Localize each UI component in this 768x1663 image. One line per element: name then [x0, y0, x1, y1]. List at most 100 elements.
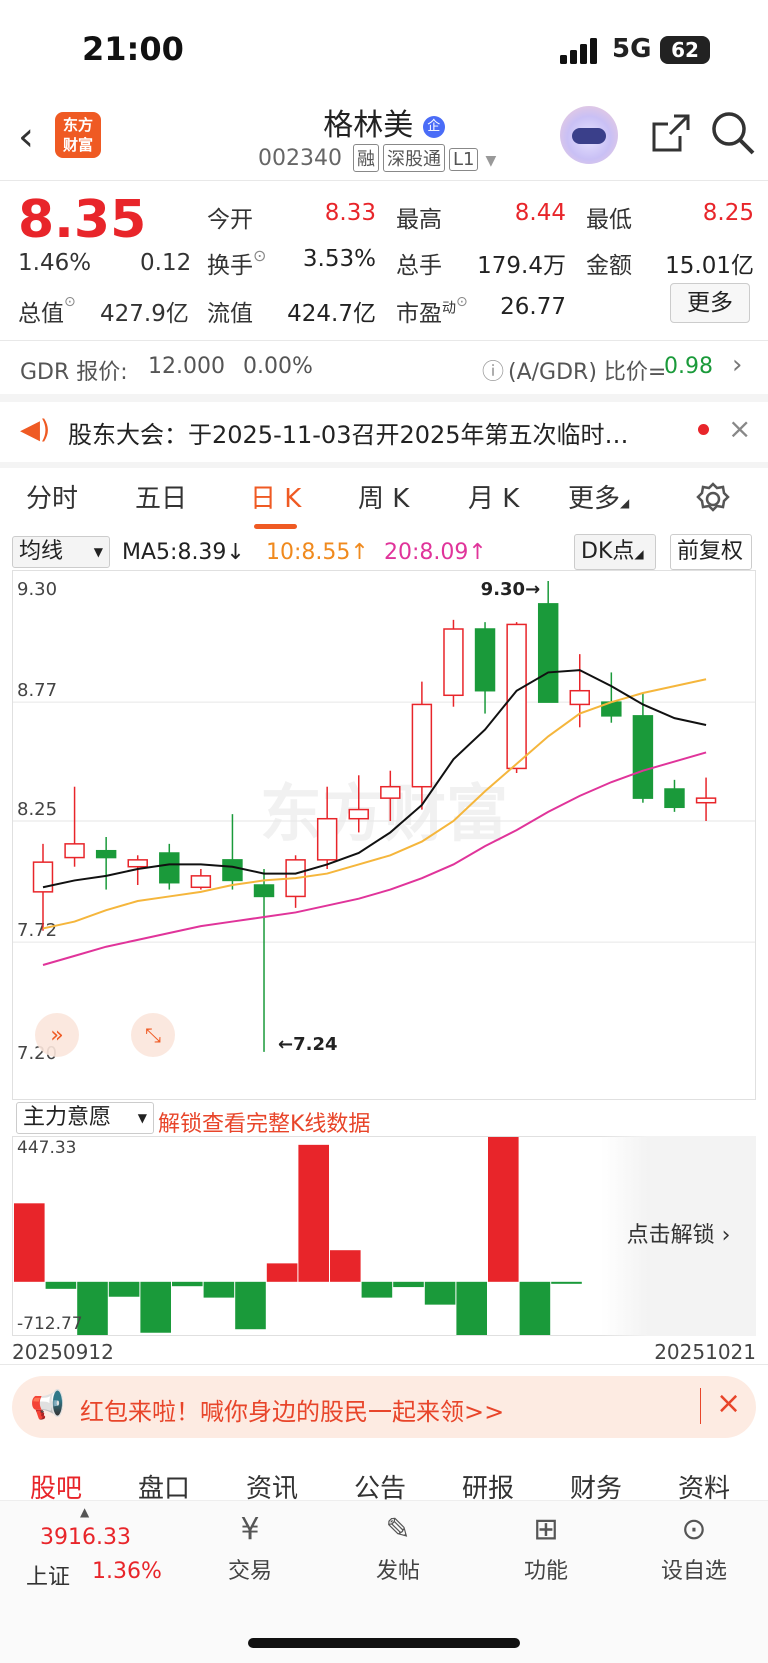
- tab-guba[interactable]: 股吧: [30, 1468, 82, 1500]
- index-name[interactable]: 上证: [26, 1559, 70, 1591]
- close-icon[interactable]: ×: [728, 412, 751, 445]
- change-value: 0.12: [140, 250, 192, 276]
- tab-week-k[interactable]: 周 K: [358, 478, 409, 515]
- trade-button[interactable]: ¥ 交易: [190, 1511, 310, 1585]
- index-value[interactable]: 3916.33: [40, 1525, 131, 1550]
- tab-finance[interactable]: 财务: [570, 1468, 622, 1500]
- open-label: 今开: [207, 207, 253, 233]
- main-force-bar: [424, 1281, 456, 1305]
- grid-icon: ⊞: [533, 1512, 559, 1547]
- kline-chart[interactable]: 东方财富 9.30 8.77 8.25 7.72 7.20 9.30→ ←7.24» ⤡: [12, 570, 756, 1100]
- main-force-bar: [330, 1250, 361, 1282]
- mktcap-value: 427.9亿: [100, 301, 189, 327]
- main-force-bar: [14, 1203, 45, 1282]
- tab-five-day[interactable]: 五日: [135, 478, 187, 515]
- tab-day-k[interactable]: 日 K: [250, 478, 301, 529]
- candle-body: [316, 817, 338, 861]
- main-force-bar: [298, 1144, 329, 1282]
- gdr-row[interactable]: GDR 报价: 12.000 0.00% ⓘ (A/GDR) 比价= 0.98 …: [0, 340, 768, 392]
- edit-icon: ✎: [385, 1512, 411, 1547]
- tab-news[interactable]: 资讯: [246, 1468, 298, 1500]
- gdr-ratio: 0.98: [664, 354, 713, 379]
- candle-body: [190, 875, 212, 889]
- volume-value: 179.4万: [477, 253, 566, 279]
- sub-tabs: 股吧 盘口 资讯 公告 研报 财务 资料: [0, 1468, 768, 1500]
- main-force-bar: [203, 1281, 235, 1298]
- main-force-bar: [393, 1281, 424, 1288]
- candle-body: [348, 808, 369, 820]
- main-force-bar: [108, 1281, 140, 1297]
- candle-body: [632, 715, 654, 799]
- candle-body: [222, 859, 243, 882]
- promo-text: 红包来啦！喊你身边的股民一起来领>>: [80, 1398, 505, 1426]
- ma5-value: MA5:8.39↓: [122, 540, 245, 565]
- search-icon[interactable]: [710, 110, 756, 156]
- mktcap-label: 总值⊙: [18, 294, 76, 327]
- notice-text: 股东大会：于2025-11-03召开2025年第五次临时…: [68, 421, 629, 449]
- functions-button[interactable]: ⊞ 功能: [486, 1511, 606, 1585]
- end-date: 20251021: [654, 1340, 756, 1364]
- assistant-robot-icon[interactable]: [560, 106, 618, 164]
- tab-profile[interactable]: 资料: [678, 1468, 730, 1500]
- pe-value: 26.77: [500, 294, 566, 320]
- y-tick-label: 8.77: [17, 680, 57, 701]
- dk-point-button[interactable]: DK点◢: [574, 534, 656, 570]
- stock-header: ‹ 东方 财富 格林美 企 002340 融深股通 L1 ▼: [0, 100, 768, 180]
- info-icon: ⊙: [253, 246, 267, 265]
- tab-announcements[interactable]: 公告: [354, 1468, 406, 1500]
- main-force-bar: [361, 1281, 393, 1298]
- unlock-button[interactable]: 点击解锁 ›: [601, 1136, 756, 1336]
- main-force-bar: 主力意愿 ▼ 解锁查看完整K线数据: [0, 1100, 768, 1138]
- candle-body: [537, 603, 559, 703]
- tab-month-k[interactable]: 月 K: [468, 478, 519, 515]
- post-button[interactable]: ✎ 发帖: [338, 1511, 458, 1585]
- battery-icon: 62: [660, 36, 710, 64]
- turnover-value: 3.53%: [302, 246, 376, 272]
- main-force-bar: [488, 1137, 519, 1282]
- close-icon[interactable]: ×: [716, 1386, 741, 1421]
- amount-label: 金额: [586, 253, 632, 279]
- stock-code-row[interactable]: 002340 融深股通 L1 ▼: [258, 144, 496, 172]
- chevron-right-icon: ›: [732, 350, 743, 380]
- candle-body: [474, 628, 496, 692]
- candle-body: [380, 785, 401, 799]
- notice-bar[interactable]: ◀) 股东大会：于2025-11-03召开2025年第五次临时… ×: [0, 400, 768, 460]
- add-watchlist-button[interactable]: ⊙ 设自选: [634, 1511, 754, 1585]
- tab-intraday[interactable]: 分时: [26, 478, 78, 515]
- index-pct[interactable]: 1.36%: [92, 1559, 162, 1584]
- tab-pankou[interactable]: 盘口: [138, 1468, 190, 1500]
- main-force-bar: [266, 1263, 298, 1282]
- float-value: 424.7亿: [287, 301, 376, 327]
- level-tag: L1: [448, 148, 479, 171]
- turnover-label: 换手⊙: [207, 246, 267, 279]
- volume-label: 总手: [396, 253, 442, 279]
- amount-value: 15.01亿: [665, 253, 754, 279]
- home-indicator: [248, 1638, 520, 1648]
- resize-icon: ⤡: [145, 1023, 161, 1047]
- main-force-bar: [551, 1281, 582, 1284]
- candle-body: [569, 689, 590, 706]
- indicator-selector[interactable]: 均线 ▼: [12, 536, 110, 568]
- more-button[interactable]: 更多: [670, 283, 750, 323]
- candle-body: [159, 852, 180, 884]
- main-force-bar: [172, 1281, 203, 1287]
- gdr-label: GDR 报价:: [20, 360, 128, 385]
- min-price-label: ←7.24: [278, 1034, 338, 1055]
- unlock-link[interactable]: 解锁查看完整K线数据: [158, 1106, 370, 1138]
- tab-more[interactable]: 更多◢: [568, 478, 629, 515]
- enterprise-badge-icon: 企: [422, 115, 445, 138]
- tab-research[interactable]: 研报: [462, 1468, 514, 1500]
- main-force-bar: [235, 1281, 266, 1330]
- adjustment-button[interactable]: 前复权: [670, 534, 752, 570]
- candle-body: [253, 884, 275, 898]
- high-label: 最高: [396, 207, 442, 233]
- promo-divider: [700, 1388, 701, 1424]
- open-value: 8.33: [324, 200, 376, 226]
- settings-gear-icon[interactable]: [696, 482, 730, 516]
- share-icon[interactable]: [650, 112, 692, 154]
- promo-banner[interactable]: 📢 红包来啦！喊你身边的股民一起来领>> ×: [12, 1376, 756, 1438]
- candle-body: [506, 623, 527, 770]
- main-force-selector[interactable]: 主力意愿 ▼: [16, 1102, 154, 1134]
- info-icon: ⊙: [64, 294, 76, 310]
- candle-body: [95, 849, 117, 859]
